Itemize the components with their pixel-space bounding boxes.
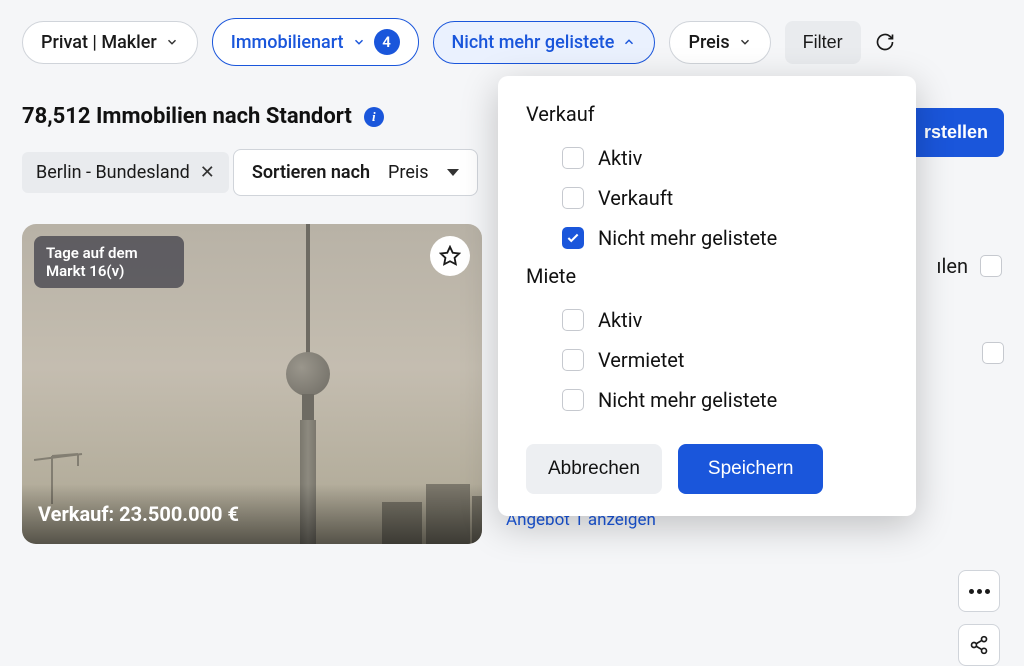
option-label: Aktiv (598, 308, 642, 332)
sort-value: Preis (388, 162, 429, 183)
option-label: Aktiv (598, 146, 642, 170)
page-title: 78,512 Immobilien nach Standort (22, 104, 352, 129)
option-rent-delisted[interactable]: Nicht mehr gelistete (526, 380, 888, 420)
option-label: Verkauft (598, 186, 673, 210)
share-icon (969, 635, 989, 655)
option-rent-active[interactable]: Aktiv (526, 300, 888, 340)
price-pill[interactable]: Preis (669, 21, 770, 64)
more-actions-button[interactable] (958, 570, 1000, 612)
filter-bar: Privat | Makler Immobilienart 4 Nicht me… (0, 0, 1024, 84)
option-label: Nicht mehr gelistete (598, 226, 777, 250)
refresh-button[interactable] (875, 27, 895, 57)
star-icon (439, 245, 461, 267)
left-column: 78,512 Immobilien nach Standort i Berlin… (22, 104, 482, 544)
sort-label: Sortieren nach (252, 162, 370, 183)
count-label: ılen (937, 254, 968, 278)
chevron-down-icon (165, 35, 179, 49)
dots-icon (969, 589, 990, 594)
option-label: Nicht mehr gelistete (598, 388, 777, 412)
listing-checkbox[interactable] (982, 342, 1004, 364)
filter-button[interactable]: Filter (785, 21, 861, 64)
checkbox-sale-delisted[interactable] (562, 227, 584, 249)
check-icon (566, 231, 580, 245)
count-row: ılen (937, 254, 1002, 278)
option-sale-sold[interactable]: Verkauft (526, 178, 888, 218)
option-sale-delisted[interactable]: Nicht mehr gelistete (526, 218, 888, 258)
side-listing-actions (948, 336, 1004, 666)
favorite-button[interactable] (430, 236, 470, 276)
delisted-dropdown-panel: Verkauf Aktiv Verkauft Nicht mehr gelist… (498, 76, 916, 516)
days-on-market-badge: Tage auf dem Markt 16(v) (34, 236, 184, 288)
price-label: Preis (688, 32, 729, 53)
heading-row: 78,512 Immobilien nach Standort i (22, 104, 482, 129)
listing-card[interactable]: Tage auf dem Markt 16(v) Verkauf: 23.500… (22, 224, 482, 544)
checkbox-rent-active[interactable] (562, 309, 584, 331)
dropdown-group-sale: Verkauf (526, 102, 888, 126)
owner-type-pill[interactable]: Privat | Makler (22, 21, 198, 64)
filter-button-label: Filter (803, 32, 843, 52)
option-rent-rented[interactable]: Vermietet (526, 340, 888, 380)
save-button[interactable]: Speichern (678, 444, 824, 494)
dropdown-group-rent: Miete (526, 264, 888, 288)
location-chip: Berlin - Bundesland ✕ (22, 152, 229, 193)
property-type-label: Immobilienart (231, 32, 344, 53)
property-type-count-badge: 4 (374, 29, 400, 55)
refresh-icon (875, 30, 895, 54)
checkbox-sale-sold[interactable] (562, 187, 584, 209)
create-button[interactable]: rstellen (908, 108, 1004, 157)
option-sale-active[interactable]: Aktiv (526, 138, 888, 178)
dropdown-actions: Abbrechen Speichern (526, 444, 888, 494)
location-chip-close[interactable]: ✕ (200, 162, 215, 183)
cancel-button[interactable]: Abbrechen (526, 444, 662, 494)
property-type-pill[interactable]: Immobilienart 4 (212, 18, 419, 66)
select-all-checkbox[interactable] (980, 255, 1002, 277)
create-button-label: rstellen (924, 122, 988, 142)
checkbox-sale-active[interactable] (562, 147, 584, 169)
checkbox-rent-rented[interactable] (562, 349, 584, 371)
save-button-label: Speichern (708, 458, 794, 479)
chevron-down-icon (352, 35, 366, 49)
info-icon[interactable]: i (364, 107, 384, 127)
checkbox-rent-delisted[interactable] (562, 389, 584, 411)
chevron-down-icon (738, 35, 752, 49)
delisted-label: Nicht mehr gelistete (452, 32, 615, 53)
listing-price: Verkauf: 23.500.000 € (22, 484, 482, 544)
location-chip-label: Berlin - Bundesland (36, 162, 190, 183)
sort-dropdown[interactable]: Sortieren nach Preis (233, 149, 478, 196)
owner-type-label: Privat | Makler (41, 32, 157, 53)
chevron-up-icon (622, 35, 636, 49)
triangle-down-icon (447, 169, 459, 176)
option-label: Vermietet (598, 348, 684, 372)
delisted-pill[interactable]: Nicht mehr gelistete (433, 21, 656, 64)
cancel-button-label: Abbrechen (548, 458, 640, 479)
